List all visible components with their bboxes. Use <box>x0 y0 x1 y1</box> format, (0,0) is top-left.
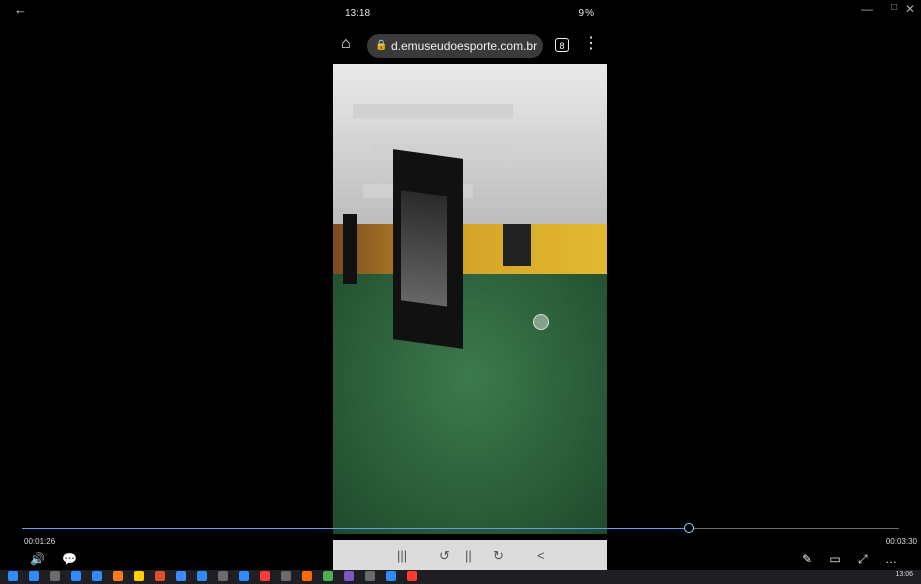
taskbar-app-icon[interactable] <box>92 571 102 581</box>
hotspot-ring-icon[interactable] <box>533 314 549 330</box>
gallery-wall <box>333 224 607 274</box>
taskbar-app-icon[interactable] <box>239 571 249 581</box>
taskbar-app-icon[interactable] <box>8 571 18 581</box>
taskbar-app-icon[interactable] <box>197 571 207 581</box>
more-icon[interactable]: … <box>885 552 897 566</box>
tray-clock: 13:06 <box>895 571 913 578</box>
progress-knob[interactable] <box>683 523 694 533</box>
ceiling <box>333 64 607 224</box>
taskbar-app-icon[interactable] <box>29 571 39 581</box>
hanging-frame-left <box>343 214 357 284</box>
home-icon[interactable]: ⌂ <box>341 36 357 52</box>
captions-icon[interactable]: 💬 <box>62 552 77 566</box>
pause-icon[interactable]: || <box>465 548 472 563</box>
taskbar-app-icon[interactable] <box>71 571 81 581</box>
progress-fill <box>22 528 689 529</box>
maximize-icon[interactable]: □ <box>891 2 897 13</box>
taskbar-app-icon[interactable] <box>323 571 333 581</box>
taskbar-app-icon[interactable] <box>344 571 354 581</box>
browser-url-bar: ⌂ 🔒 d.emuseudoesporte.com.br 8 ⋮ <box>333 30 607 62</box>
lock-icon: 🔒 <box>375 40 388 51</box>
phone-status-bar: 13:18 9% <box>333 6 607 24</box>
ceiling-beam <box>353 104 513 118</box>
hanging-frame-right <box>503 224 531 266</box>
taskbar-app-icon[interactable] <box>260 571 270 581</box>
right-player-controls: ✎ ▭ ⤢ … <box>802 552 911 568</box>
forward-icon[interactable]: ↻ <box>493 548 504 564</box>
taskbar-app-icon[interactable] <box>302 571 312 581</box>
taskbar-app-icon[interactable] <box>155 571 165 581</box>
url-text: d.emuseudoesporte.com.br <box>391 39 538 53</box>
back-arrow-icon[interactable]: ← <box>14 2 27 17</box>
phone-video-frame: 13:18 9% ⌂ 🔒 d.emuseudoesporte.com.br 8 … <box>333 0 607 584</box>
minimize-icon[interactable]: — <box>861 2 873 16</box>
windows-taskbar: 13:06 <box>0 570 921 584</box>
url-pill[interactable]: 🔒 d.emuseudoesporte.com.br <box>367 34 543 58</box>
hanging-frame-main <box>393 149 463 349</box>
taskbar-app-icon[interactable] <box>281 571 291 581</box>
browser-menu-icon[interactable]: ⋮ <box>583 36 599 52</box>
taskbar-app-icon[interactable] <box>50 571 60 581</box>
taskbar-app-icon[interactable] <box>218 571 228 581</box>
taskbar-app-icon[interactable] <box>407 571 417 581</box>
close-icon[interactable]: ✕ <box>905 2 915 16</box>
poster-collage <box>401 190 447 307</box>
rewind-icon[interactable]: ↺ <box>439 548 450 564</box>
time-elapsed: 00:01:26 <box>24 537 56 546</box>
status-battery: 9% <box>578 8 595 19</box>
green-floor <box>333 274 607 534</box>
edit-icon[interactable]: ✎ <box>802 552 812 566</box>
nav-back-icon[interactable]: < <box>537 548 545 563</box>
taskbar-app-icon[interactable] <box>113 571 123 581</box>
fullscreen-icon[interactable]: ⤢ <box>858 552 868 566</box>
taskbar-app-icon[interactable] <box>176 571 186 581</box>
volume-icon[interactable]: 🔊 <box>30 552 45 566</box>
taskbar-app-icon[interactable] <box>386 571 396 581</box>
miniplayer-icon[interactable]: ▭ <box>829 552 840 566</box>
tabs-count-icon[interactable]: 8 <box>555 38 569 52</box>
museum-3d-scene <box>333 64 607 534</box>
taskbar-app-icon[interactable] <box>365 571 375 581</box>
left-player-controls: 🔊 💬 <box>30 552 91 568</box>
nav-recent-icon[interactable]: ||| <box>397 548 407 563</box>
taskbar-app-icon[interactable] <box>134 571 144 581</box>
time-total: 00:03:30 <box>885 537 917 546</box>
status-time: 13:18 <box>345 8 371 19</box>
video-progress[interactable] <box>0 520 921 540</box>
phone-media-controls: ||| ↺ || ↻ < <box>333 540 607 574</box>
